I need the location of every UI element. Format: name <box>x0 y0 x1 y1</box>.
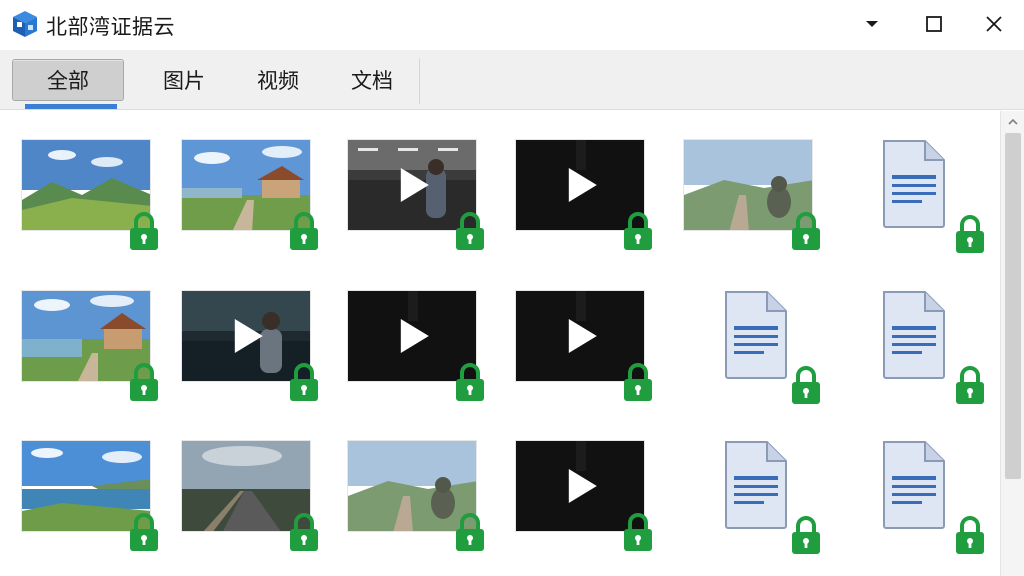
lock-icon <box>622 211 654 251</box>
vertical-scrollbar[interactable] <box>1000 111 1024 576</box>
image-file-item[interactable] <box>21 290 171 420</box>
lock-icon <box>288 512 320 552</box>
lock-icon <box>454 211 486 251</box>
play-icon <box>400 319 429 353</box>
window-title: 北部湾证据云 <box>46 15 175 39</box>
file-grid <box>0 111 1000 576</box>
close-icon <box>986 16 1002 32</box>
lock-icon <box>790 515 822 555</box>
lock-icon <box>128 211 160 251</box>
document-icon <box>723 440 789 530</box>
video-file-item[interactable] <box>181 290 331 420</box>
document-icon <box>723 290 789 380</box>
play-icon <box>568 168 597 202</box>
play-icon <box>568 469 597 503</box>
tab-all[interactable]: 全部 <box>12 59 124 101</box>
active-tab-indicator <box>25 104 117 109</box>
lock-icon <box>954 214 986 254</box>
play-icon <box>400 168 429 202</box>
document-icon <box>881 139 947 229</box>
video-file-item[interactable] <box>347 139 497 269</box>
lock-icon <box>790 365 822 405</box>
title-bar: 北部湾证据云 <box>0 0 1024 50</box>
image-file-item[interactable] <box>181 440 331 570</box>
video-file-item[interactable] <box>347 290 497 420</box>
lock-icon <box>128 512 160 552</box>
document-icon <box>881 440 947 530</box>
document-file-item[interactable] <box>851 139 1000 269</box>
lock-icon <box>454 512 486 552</box>
maximize-button[interactable] <box>906 2 962 46</box>
lock-icon <box>622 362 654 402</box>
maximize-icon <box>926 16 942 32</box>
lock-icon <box>288 211 320 251</box>
dropdown-button[interactable] <box>844 2 900 46</box>
image-file-item[interactable] <box>347 440 497 570</box>
document-file-item[interactable] <box>683 440 833 570</box>
tab-videos[interactable]: 视频 <box>228 59 328 101</box>
document-file-item[interactable] <box>851 290 1000 420</box>
tab-divider <box>419 58 420 104</box>
caret-down-icon <box>866 21 878 27</box>
document-file-item[interactable] <box>851 440 1000 570</box>
scrollbar-thumb[interactable] <box>1005 133 1021 479</box>
image-file-item[interactable] <box>683 139 833 269</box>
lock-icon <box>954 515 986 555</box>
lock-icon <box>288 362 320 402</box>
scroll-up-arrow-icon[interactable] <box>1007 117 1019 127</box>
tab-images[interactable]: 图片 <box>132 59 236 101</box>
play-icon <box>234 319 263 353</box>
lock-icon <box>128 362 160 402</box>
tab-bar: 全部 图片 视频 文档 <box>0 50 1024 110</box>
video-file-item[interactable] <box>515 139 665 269</box>
lock-icon <box>954 365 986 405</box>
document-file-item[interactable] <box>683 290 833 420</box>
tab-documents[interactable]: 文档 <box>322 59 422 101</box>
lock-icon <box>622 512 654 552</box>
close-button[interactable] <box>966 2 1022 46</box>
app-logo-icon <box>13 11 37 37</box>
document-icon <box>881 290 947 380</box>
video-file-item[interactable] <box>515 440 665 570</box>
lock-icon <box>790 211 822 251</box>
lock-icon <box>454 362 486 402</box>
image-file-item[interactable] <box>21 139 171 269</box>
image-file-item[interactable] <box>21 440 171 570</box>
play-icon <box>568 319 597 353</box>
image-file-item[interactable] <box>181 139 331 269</box>
video-file-item[interactable] <box>515 290 665 420</box>
